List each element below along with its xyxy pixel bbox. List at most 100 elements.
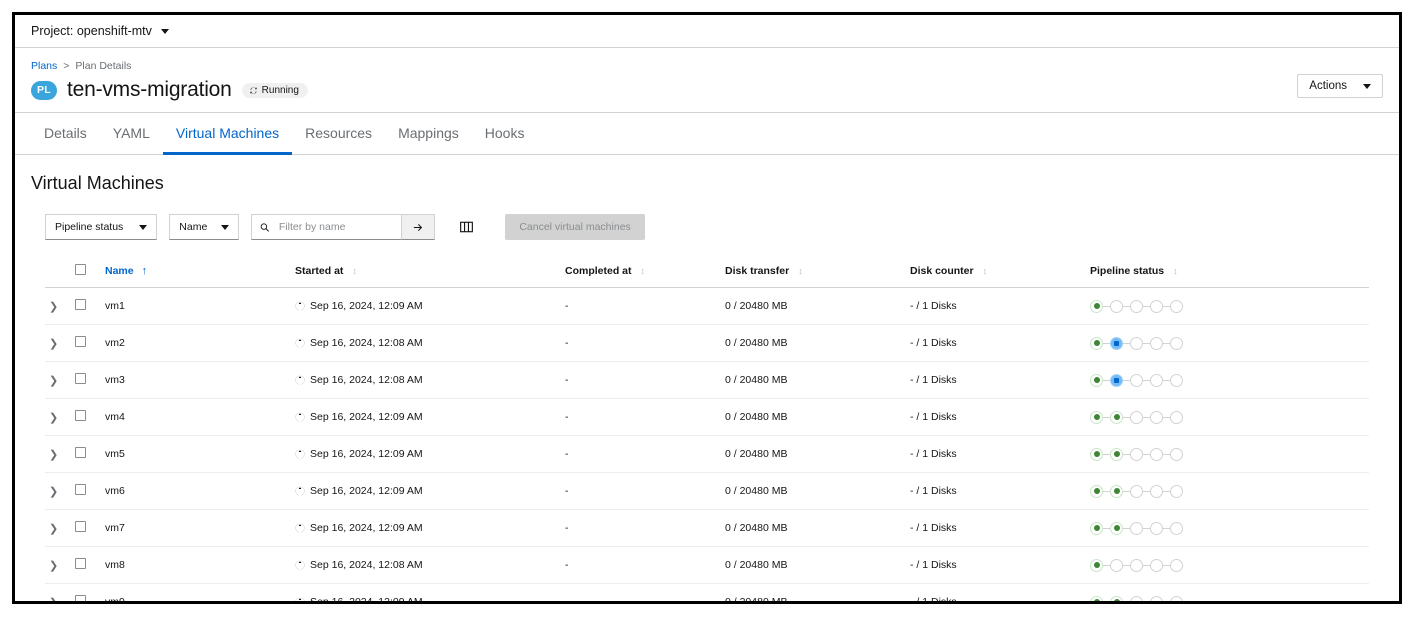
row-select-checkbox[interactable] <box>75 299 86 310</box>
row-select-checkbox[interactable] <box>75 447 86 458</box>
expand-row-toggle[interactable]: ❯ <box>45 448 58 461</box>
manage-columns-button[interactable] <box>453 214 479 240</box>
expand-row-toggle[interactable]: ❯ <box>45 559 58 572</box>
pipeline-status-indicator[interactable] <box>1090 336 1369 350</box>
pipeline-status-cell <box>1090 546 1369 584</box>
pipeline-step-pending <box>1150 484 1163 498</box>
tab-hooks[interactable]: Hooks <box>472 113 538 155</box>
search-input[interactable] <box>276 220 394 234</box>
disk-counter-cell: - / 1 Disks <box>910 287 1090 325</box>
tab-yaml[interactable]: YAML <box>100 113 163 155</box>
row-select-checkbox[interactable] <box>75 373 86 384</box>
pipeline-status-indicator[interactable] <box>1090 558 1369 572</box>
pipeline-step-marker <box>1113 488 1120 494</box>
pipeline-status-indicator[interactable] <box>1090 521 1369 535</box>
row-select-checkbox[interactable] <box>75 595 86 601</box>
breadcrumb: Plans > Plan Details <box>31 60 1383 72</box>
disk-counter-cell: - / 1 Disks <box>910 509 1090 547</box>
expand-row-toggle[interactable]: ❯ <box>45 300 58 313</box>
pipeline-status-indicator[interactable] <box>1090 373 1369 387</box>
search-icon <box>261 222 270 232</box>
column-header-completed-at-label: Completed at <box>565 265 632 277</box>
pipeline-step-done <box>1110 484 1123 498</box>
pipeline-step-pending <box>1130 299 1143 313</box>
search-box[interactable] <box>251 214 403 240</box>
started-at-cell: Sep 16, 2024, 12:09 AM <box>295 509 565 547</box>
pipeline-step-pending <box>1170 595 1183 601</box>
started-at-cell: Sep 16, 2024, 12:09 AM <box>295 287 565 325</box>
expand-row-toggle[interactable]: ❯ <box>45 411 58 424</box>
plan-resource-badge: PL <box>31 80 57 100</box>
row-select-checkbox[interactable] <box>75 521 86 532</box>
status-badge: Running <box>241 82 308 98</box>
columns-icon <box>459 221 473 233</box>
pipeline-status-indicator[interactable] <box>1090 447 1369 461</box>
search-submit-button[interactable] <box>402 214 436 240</box>
actions-button[interactable]: Actions <box>1297 74 1383 98</box>
attribute-filter-select[interactable]: Name <box>169 214 240 240</box>
row-select-checkbox[interactable] <box>75 484 86 495</box>
section-title: Virtual Machines <box>31 173 164 193</box>
actions-button-label: Actions <box>1309 80 1347 92</box>
table-row: ❯ vm4 Sep 16, 2024, 12:09 AM - 0 / 20480 MB -… <box>45 398 1369 436</box>
pipeline-step-marker <box>1113 451 1120 457</box>
column-header-pipeline-status[interactable]: Pipeline status ↕ <box>1090 258 1369 288</box>
completed-at-value: - <box>565 485 569 497</box>
pipeline-step-pending <box>1150 595 1163 601</box>
table-row: ❯ vm3 Sep 16, 2024, 12:08 AM - 0 / 20480 MB -… <box>45 361 1369 399</box>
tab-resources[interactable]: Resources <box>292 113 385 155</box>
column-header-name[interactable]: Name ↑ <box>105 258 295 288</box>
expand-row-toggle[interactable]: ❯ <box>45 337 58 350</box>
pipeline-step-marker <box>1093 599 1100 601</box>
pipeline-connector <box>1103 602 1110 603</box>
pipeline-step-pending <box>1150 558 1163 572</box>
pipeline-step-done <box>1090 373 1103 387</box>
breadcrumb-link-plans[interactable]: Plans <box>31 60 57 72</box>
expand-row-toggle[interactable]: ❯ <box>45 485 58 498</box>
project-selector-bar[interactable]: Project: openshift-mtv <box>15 15 1399 48</box>
expand-row-toggle[interactable]: ❯ <box>45 522 58 535</box>
pipeline-step-pending <box>1150 336 1163 350</box>
tab-virtual-machines[interactable]: Virtual Machines <box>162 113 293 155</box>
pipeline-step-pending <box>1130 336 1143 350</box>
vm-name-cell: vm4 <box>105 398 295 436</box>
expand-row-toggle[interactable]: ❯ <box>45 596 58 602</box>
disk-counter-value: - / 1 Disks <box>910 596 957 604</box>
column-header-started-at[interactable]: Started at ↕ <box>295 258 565 288</box>
pipeline-status-cell <box>1090 324 1369 362</box>
pipeline-step-pending <box>1130 558 1143 572</box>
column-header-disk-counter-label: Disk counter <box>910 265 974 277</box>
column-header-disk-counter[interactable]: Disk counter ↕ <box>910 258 1090 288</box>
pipeline-connector <box>1143 379 1150 381</box>
pipeline-connector <box>1103 564 1110 566</box>
tab-mappings[interactable]: Mappings <box>385 113 472 155</box>
column-header-disk-transfer-label: Disk transfer <box>725 265 790 277</box>
pipeline-status-indicator[interactable] <box>1090 299 1369 313</box>
vm-name-cell: vm2 <box>105 324 295 362</box>
pipeline-status-cell <box>1090 583 1369 603</box>
select-all-checkbox[interactable] <box>75 264 86 275</box>
column-header-completed-at[interactable]: Completed at ↕ <box>565 258 725 288</box>
pipeline-step-pending <box>1130 410 1143 424</box>
cancel-virtual-machines-button[interactable]: Cancel virtual machines <box>505 214 645 240</box>
sort-icon: ↕ <box>640 265 646 276</box>
column-header-disk-transfer[interactable]: Disk transfer ↕ <box>725 258 910 288</box>
pipeline-status-indicator[interactable] <box>1090 484 1369 498</box>
pipeline-step-done <box>1090 595 1103 601</box>
disk-transfer-value: 0 / 20480 MB <box>725 374 788 386</box>
status-badge-label: Running <box>261 84 299 96</box>
pipeline-step-pending <box>1130 447 1143 461</box>
row-select-checkbox[interactable] <box>75 410 86 421</box>
pipeline-status-indicator[interactable] <box>1090 595 1369 603</box>
pipeline-status-indicator[interactable] <box>1090 410 1369 424</box>
pipeline-step-pending <box>1170 558 1183 572</box>
disk-transfer-value: 0 / 20480 MB <box>725 559 788 571</box>
pipeline-step-running <box>1110 373 1123 387</box>
pipeline-status-filter-select[interactable]: Pipeline status <box>45 214 158 240</box>
sort-icon: ↕ <box>798 265 803 276</box>
disk-transfer-cell: 0 / 20480 MB <box>725 398 910 436</box>
expand-row-toggle[interactable]: ❯ <box>45 374 58 387</box>
row-select-checkbox[interactable] <box>75 558 86 569</box>
tab-details[interactable]: Details <box>31 113 100 155</box>
row-select-checkbox[interactable] <box>75 336 86 347</box>
